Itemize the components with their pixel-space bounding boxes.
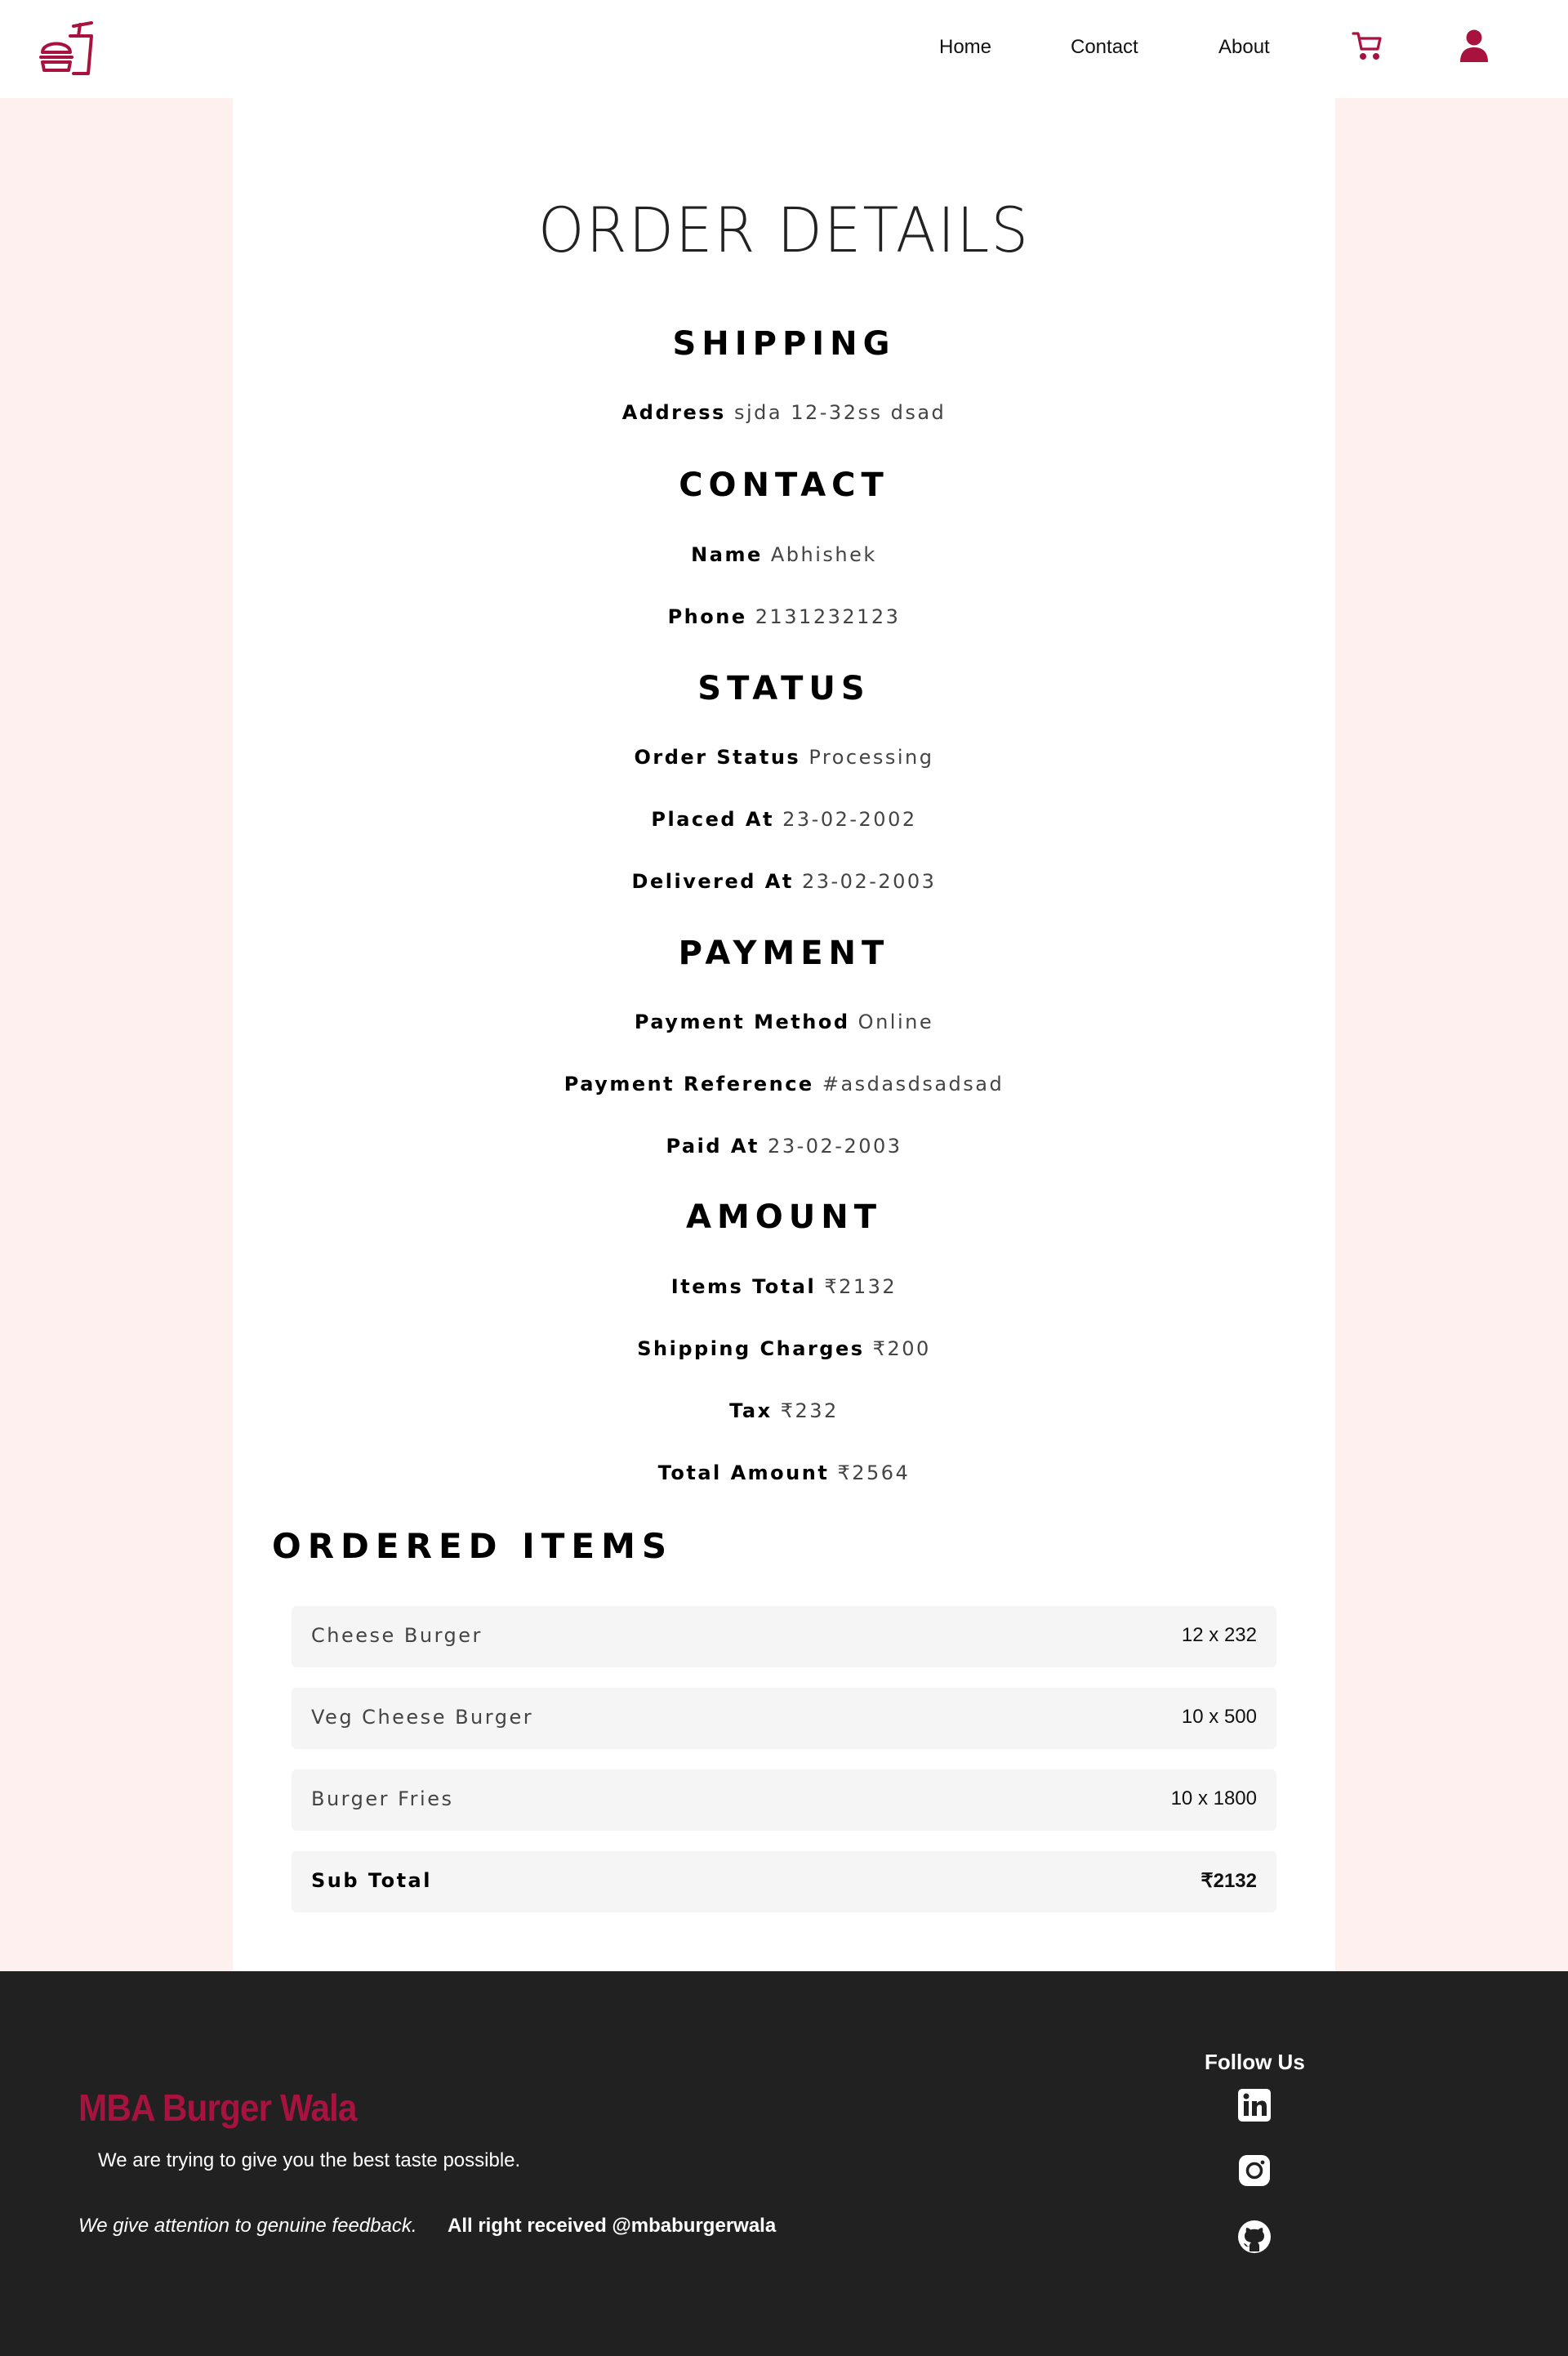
payment-method-value: Online xyxy=(858,1011,934,1033)
tax-value: ₹232 xyxy=(780,1399,839,1422)
nav-contact-link[interactable]: Contact xyxy=(1071,36,1138,59)
phone-value: 2131232123 xyxy=(755,605,901,628)
delivered-at-line: Delivered At 23-02-2003 xyxy=(233,870,1335,893)
item-quantity: 12 x 232 xyxy=(1181,1624,1257,1646)
ordered-item-row: Veg Cheese Burger 10 x 500 xyxy=(292,1688,1276,1749)
nav-home-link[interactable]: Home xyxy=(939,36,991,59)
ordered-item-row: Cheese Burger 12 x 232 xyxy=(292,1606,1276,1667)
order-status-label: Order Status xyxy=(634,746,801,769)
shipping-heading: SHIPPING xyxy=(672,325,896,363)
user-icon[interactable] xyxy=(1459,29,1489,62)
placed-at-line: Placed At 23-02-2002 xyxy=(233,808,1335,831)
paid-at-label: Paid At xyxy=(666,1135,760,1158)
github-icon[interactable] xyxy=(1237,2220,1272,2254)
items-total-value: ₹2132 xyxy=(824,1275,898,1298)
shipping-charges-label: Shipping Charges xyxy=(637,1337,865,1360)
contact-heading: CONTACT xyxy=(679,466,889,504)
header: Home Contact About xyxy=(0,0,1568,98)
ordered-items-heading: ORDERED ITEMS xyxy=(272,1526,674,1566)
footer-tagline: We are trying to give you the best taste… xyxy=(98,2149,521,2171)
phone-label: Phone xyxy=(667,605,747,628)
footer: MBA Burger Wala We are trying to give yo… xyxy=(0,1971,1568,2356)
subtotal-row: Sub Total ₹2132 xyxy=(292,1851,1276,1912)
items-total-label: Items Total xyxy=(670,1275,817,1298)
placed-at-value: 23-02-2002 xyxy=(782,808,917,831)
payment-reference-value: #asdasdsadsad xyxy=(822,1073,1004,1095)
burger-logo-icon[interactable] xyxy=(38,20,96,78)
payment-reference-label: Payment Reference xyxy=(564,1073,814,1095)
total-amount-value: ₹2564 xyxy=(837,1461,911,1484)
address-line: Address sjda 12-32ss dsad xyxy=(233,401,1335,424)
item-quantity: 10 x 1800 xyxy=(1170,1787,1257,1809)
order-status-line: Order Status Processing xyxy=(233,746,1335,769)
delivered-at-label: Delivered At xyxy=(631,870,794,893)
follow-us-heading: Follow Us xyxy=(1205,2050,1305,2074)
order-status-value: Processing xyxy=(808,746,934,769)
linkedin-icon[interactable] xyxy=(1237,2088,1272,2122)
subtotal-label: Sub Total xyxy=(311,1869,432,1892)
shipping-charges-value: ₹200 xyxy=(872,1337,931,1360)
total-amount-label: Total Amount xyxy=(657,1461,830,1484)
name-value: Abhishek xyxy=(770,543,877,566)
footer-brand: MBA Burger Wala xyxy=(78,2086,357,2129)
shipping-charges-line: Shipping Charges ₹200 xyxy=(233,1337,1335,1360)
payment-heading: PAYMENT xyxy=(678,935,890,972)
footer-feedback: We give attention to genuine feedback. xyxy=(78,2215,417,2237)
name-line: Name Abhishek xyxy=(233,543,1335,566)
payment-reference-line: Payment Reference #asdasdsadsad xyxy=(233,1073,1335,1095)
page-title: ORDER DETAILS xyxy=(537,194,1031,267)
item-name: Cheese Burger xyxy=(311,1624,483,1647)
status-heading: STATUS xyxy=(697,670,871,707)
paid-at-line: Paid At 23-02-2003 xyxy=(233,1135,1335,1158)
items-total-line: Items Total ₹2132 xyxy=(233,1275,1335,1298)
paid-at-value: 23-02-2003 xyxy=(768,1135,902,1158)
address-value: sjda 12-32ss dsad xyxy=(733,401,947,424)
nav-about-link[interactable]: About xyxy=(1218,36,1270,59)
tax-label: Tax xyxy=(729,1399,773,1422)
order-details-card: ORDER DETAILS SHIPPING Address sjda 12-3… xyxy=(233,98,1335,1971)
cart-icon[interactable] xyxy=(1352,31,1383,60)
ordered-item-row: Burger Fries 10 x 1800 xyxy=(292,1769,1276,1831)
phone-line: Phone 2131232123 xyxy=(233,605,1335,628)
item-name: Veg Cheese Burger xyxy=(311,1706,534,1729)
subtotal-value: ₹2132 xyxy=(1200,1870,1257,1892)
instagram-icon[interactable] xyxy=(1237,2153,1272,2188)
payment-method-label: Payment Method xyxy=(634,1011,850,1033)
delivered-at-value: 23-02-2003 xyxy=(801,870,937,893)
footer-rights: All right received @mbaburgerwala xyxy=(448,2215,777,2237)
placed-at-label: Placed At xyxy=(651,808,774,831)
item-quantity: 10 x 500 xyxy=(1181,1706,1257,1728)
total-amount-line: Total Amount ₹2564 xyxy=(233,1461,1335,1484)
tax-line: Tax ₹232 xyxy=(233,1399,1335,1422)
address-label: Address xyxy=(621,401,726,424)
payment-method-line: Payment Method Online xyxy=(233,1011,1335,1033)
item-name: Burger Fries xyxy=(311,1787,454,1810)
amount-heading: AMOUNT xyxy=(685,1198,882,1236)
name-label: Name xyxy=(691,543,763,566)
